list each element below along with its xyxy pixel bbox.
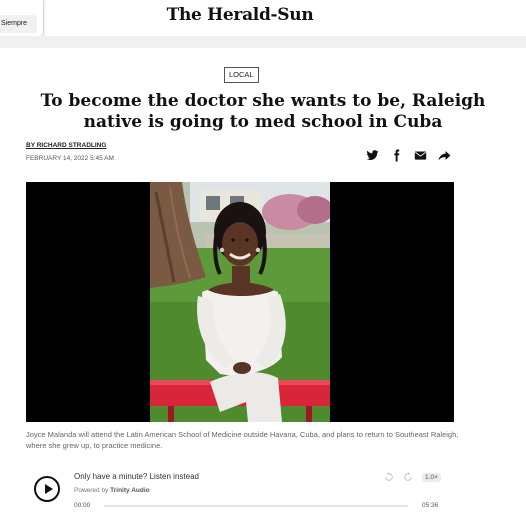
article-container: LOCAL To become the doctor she wants to …	[0, 48, 526, 518]
time-current: 00:00	[74, 502, 91, 509]
powered-prefix: Powered by	[74, 487, 109, 494]
site-logo[interactable]: The Herald-Sun	[0, 5, 480, 25]
playback-speed[interactable]: 1.0×	[422, 472, 441, 482]
audio-powered-by: Powered by Trinity Audio	[74, 487, 150, 494]
play-button[interactable]	[34, 476, 60, 502]
author-byline[interactable]: BY RICHARD STRADLING	[26, 142, 106, 149]
image-caption: Joyce Malanda will attend the Latin Amer…	[26, 430, 459, 450]
email-icon[interactable]	[414, 149, 427, 162]
twitter-icon[interactable]	[366, 149, 379, 162]
audio-player: Only have a minute? Listen instead Power…	[26, 466, 446, 518]
section-tag[interactable]: LOCAL	[224, 67, 259, 83]
rewind-icon[interactable]	[384, 472, 394, 482]
audio-controls: 1.0×	[384, 472, 441, 482]
photo-joyce-malanda	[150, 182, 330, 422]
audio-title: Only have a minute? Listen instead	[74, 472, 199, 481]
facebook-icon[interactable]	[390, 149, 403, 162]
forward-icon[interactable]	[403, 472, 413, 482]
portrait-illustration	[150, 182, 330, 422]
publish-date: FEBRUARY 14, 2022 5:45 AM	[26, 155, 114, 162]
time-total: 05:36	[422, 502, 439, 509]
article-image[interactable]	[26, 182, 454, 422]
article-headline: To become the doctor she wants to be, Ra…	[40, 91, 486, 132]
powered-brand[interactable]: Trinity Audio	[110, 487, 149, 494]
progress-track[interactable]	[104, 505, 408, 507]
site-header: Siempre The Herald-Sun	[0, 0, 526, 38]
header-divider	[0, 36, 526, 48]
share-toolbar	[366, 148, 451, 162]
share-icon[interactable]	[438, 149, 451, 162]
